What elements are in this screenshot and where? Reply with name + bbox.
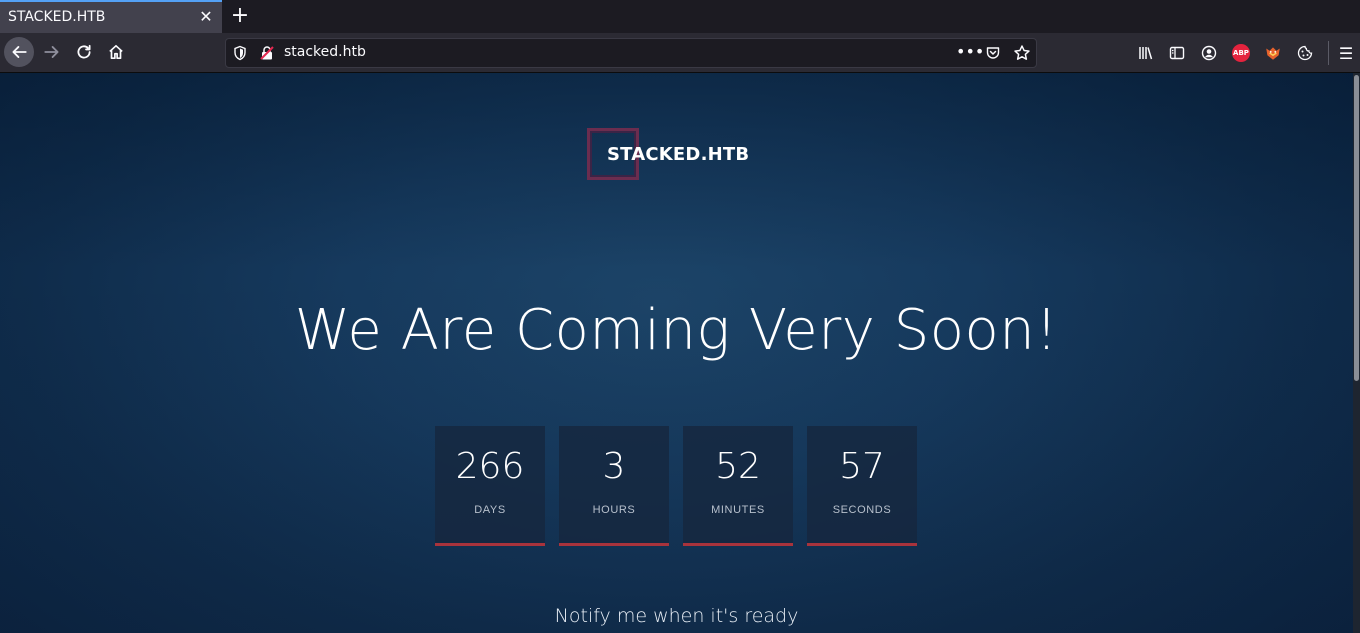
- tab-strip: STACKED.HTB ✕ +: [0, 0, 1360, 33]
- site-logo[interactable]: STACKED.HTB: [587, 128, 757, 182]
- url-bar[interactable]: stacked.htb •••: [225, 38, 1037, 68]
- cookie-icon[interactable]: [1296, 44, 1314, 62]
- reload-icon: [77, 44, 91, 59]
- forward-button[interactable]: [37, 37, 67, 67]
- page-actions-menu-icon[interactable]: •••: [956, 42, 984, 62]
- library-icon[interactable]: [1137, 44, 1155, 62]
- extension-fox-icon[interactable]: [1264, 44, 1282, 62]
- countdown-timer: 266 DAYS 3 HOURS 52 MINUTES 57 SECONDS: [435, 426, 917, 546]
- reload-button[interactable]: [69, 37, 99, 67]
- url-text[interactable]: stacked.htb: [284, 44, 366, 60]
- countdown-days-value: 266: [455, 446, 525, 487]
- hamburger-menu-icon[interactable]: ☰: [1337, 44, 1355, 63]
- countdown-seconds-value: 57: [839, 446, 885, 487]
- insecure-lock-icon[interactable]: [259, 45, 275, 61]
- back-button[interactable]: [4, 37, 34, 67]
- abp-badge: ABP: [1232, 44, 1250, 62]
- arrow-left-icon: [12, 46, 27, 58]
- countdown-days-label: DAYS: [474, 504, 506, 516]
- countdown-minutes: 52 MINUTES: [683, 426, 793, 546]
- sidebar-icon[interactable]: [1168, 44, 1186, 62]
- nav-toolbar: stacked.htb ••• ABP ☰: [0, 33, 1360, 73]
- adblock-plus-icon[interactable]: ABP: [1232, 44, 1250, 62]
- web-page: STACKED.HTB We Are Coming Very Soon! 266…: [0, 73, 1353, 633]
- countdown-minutes-label: MINUTES: [711, 504, 765, 516]
- toolbar-separator: [1328, 41, 1329, 65]
- home-icon: [109, 44, 123, 60]
- scrollbar-thumb[interactable]: [1354, 75, 1359, 381]
- page-headline: We Are Coming Very Soon!: [294, 298, 1059, 363]
- countdown-minutes-value: 52: [715, 446, 761, 487]
- browser-tab[interactable]: STACKED.HTB ✕: [0, 0, 222, 33]
- tab-title: STACKED.HTB: [8, 9, 106, 25]
- countdown-hours: 3 HOURS: [559, 426, 669, 546]
- countdown-hours-label: HOURS: [592, 504, 636, 516]
- arrow-right-icon: [44, 46, 59, 58]
- close-tab-icon[interactable]: ✕: [197, 8, 215, 26]
- new-tab-button[interactable]: +: [229, 4, 251, 28]
- logo-text: STACKED.HTB: [607, 144, 750, 165]
- notify-heading: Notify me when it's ready: [554, 605, 799, 627]
- page-scrollbar[interactable]: [1353, 73, 1360, 633]
- account-icon[interactable]: [1200, 44, 1218, 62]
- countdown-hours-value: 3: [602, 446, 626, 487]
- countdown-seconds-label: SECONDS: [832, 504, 892, 516]
- pocket-icon[interactable]: [985, 45, 1001, 61]
- tracking-protection-shield-icon[interactable]: [232, 45, 248, 61]
- countdown-seconds: 57 SECONDS: [807, 426, 917, 546]
- bookmark-star-icon[interactable]: [1013, 44, 1031, 62]
- countdown-days: 266 DAYS: [435, 426, 545, 546]
- home-button[interactable]: [101, 37, 131, 67]
